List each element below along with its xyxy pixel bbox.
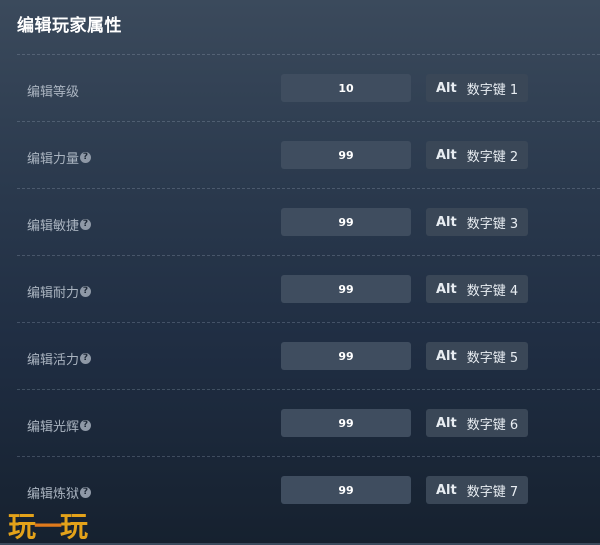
- attribute-label: 编辑活力: [27, 353, 80, 368]
- hotkey-modifier: Alt: [436, 147, 457, 163]
- level-value-input[interactable]: 10: [281, 74, 411, 102]
- hotkey-modifier: Alt: [436, 214, 457, 230]
- attribute-list: 编辑等级 10 Alt 数字键 1 编辑力量 ? 99 Alt 数字键 2 编辑…: [17, 54, 600, 523]
- attribute-row-radiance: 编辑光辉 ? 99 Alt 数字键 6: [17, 389, 600, 456]
- endurance-value-input[interactable]: 99: [281, 275, 411, 303]
- hotkey-badge: Alt 数字键 7: [426, 476, 529, 504]
- watermark-char: 玩: [8, 510, 36, 543]
- hotkey-key: 数字键 4: [466, 283, 519, 299]
- watermark-logo: 玩 一 玩: [8, 505, 88, 545]
- hotkey-badge: Alt 数字键 1: [426, 74, 529, 102]
- help-icon[interactable]: ?: [80, 152, 92, 163]
- attribute-label: 编辑力量: [27, 152, 80, 167]
- attribute-label: 编辑耐力: [27, 286, 80, 301]
- attribute-row-agility: 编辑敏捷 ? 99 Alt 数字键 3: [17, 188, 600, 255]
- attribute-label: 编辑炼狱: [27, 487, 80, 502]
- help-icon[interactable]: ?: [80, 420, 92, 431]
- watermark-char: 玩: [60, 510, 88, 543]
- help-icon[interactable]: ?: [80, 286, 92, 297]
- hotkey-modifier: Alt: [436, 415, 457, 431]
- strength-value-input[interactable]: 99: [281, 141, 411, 169]
- attribute-row-inferno: 编辑炼狱 ? 99 Alt 数字键 7: [17, 456, 600, 523]
- attribute-label: 编辑光辉: [27, 420, 80, 435]
- hotkey-modifier: Alt: [436, 281, 457, 297]
- hotkey-badge: Alt 数字键 6: [426, 409, 529, 437]
- agility-value-input[interactable]: 99: [281, 208, 411, 236]
- hotkey-badge: Alt 数字键 2: [426, 141, 529, 169]
- hotkey-key: 数字键 6: [466, 417, 519, 433]
- hotkey-key: 数字键 2: [466, 149, 519, 165]
- hotkey-badge: Alt 数字键 4: [426, 275, 529, 303]
- hotkey-key: 数字键 1: [466, 82, 519, 98]
- help-icon[interactable]: ?: [80, 219, 92, 230]
- radiance-value-input[interactable]: 99: [281, 409, 411, 437]
- page-title: 编辑玩家属性: [17, 16, 122, 36]
- attribute-row-endurance: 编辑耐力 ? 99 Alt 数字键 4: [17, 255, 600, 322]
- hotkey-badge: Alt 数字键 5: [426, 342, 529, 370]
- attribute-label: 编辑等级: [27, 85, 80, 100]
- help-icon[interactable]: ?: [80, 353, 92, 364]
- hotkey-key: 数字键 5: [466, 350, 519, 366]
- attribute-row-level: 编辑等级 10 Alt 数字键 1: [17, 54, 600, 121]
- hotkey-modifier: Alt: [436, 482, 457, 498]
- hotkey-badge: Alt 数字键 3: [426, 208, 529, 236]
- help-icon[interactable]: ?: [80, 487, 92, 498]
- attribute-row-strength: 编辑力量 ? 99 Alt 数字键 2: [17, 121, 600, 188]
- hotkey-modifier: Alt: [436, 348, 457, 364]
- attribute-label: 编辑敏捷: [27, 219, 80, 234]
- attribute-row-vigor: 编辑活力 ? 99 Alt 数字键 5: [17, 322, 600, 389]
- hotkey-key: 数字键 3: [466, 216, 519, 232]
- vigor-value-input[interactable]: 99: [281, 342, 411, 370]
- hotkey-modifier: Alt: [436, 80, 457, 96]
- inferno-value-input[interactable]: 99: [281, 476, 411, 504]
- hotkey-key: 数字键 7: [466, 484, 519, 500]
- watermark-char: 一: [34, 510, 62, 543]
